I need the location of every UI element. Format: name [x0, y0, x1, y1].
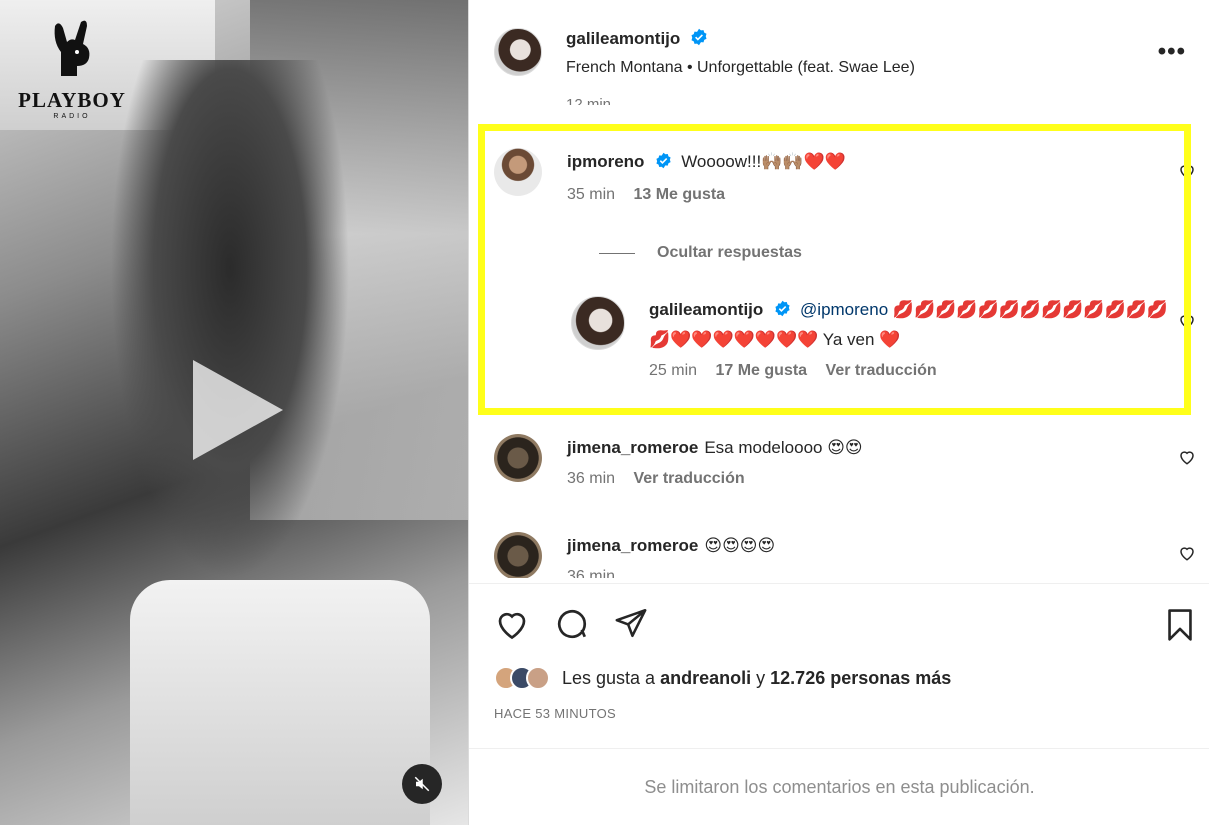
- speaker-muted-icon[interactable]: [402, 764, 442, 804]
- likes-conj: y: [756, 667, 766, 688]
- liker-username[interactable]: andreanoli: [660, 668, 751, 688]
- photo-region: [110, 60, 350, 580]
- like-heart-icon[interactable]: [494, 606, 530, 647]
- likes-summary[interactable]: Les gusta a andreanoli y 12.726 personas…: [494, 666, 951, 690]
- photo-region: [130, 580, 430, 825]
- audio-track-link[interactable]: French Montana • Unforgettable (feat. Sw…: [566, 59, 915, 77]
- highlight-box: [478, 124, 1191, 415]
- heart-icon[interactable]: [1178, 544, 1196, 567]
- avatar[interactable]: [494, 28, 542, 76]
- verified-badge-icon: [690, 28, 708, 51]
- logo-subtext: RADIO: [53, 113, 91, 120]
- avatar[interactable]: [494, 434, 542, 482]
- share-paper-plane-icon[interactable]: [614, 606, 648, 645]
- bookmark-icon[interactable]: [1164, 608, 1196, 647]
- playboy-logo: PLAYBOY RADIO: [12, 18, 132, 120]
- likes-prefix: Les gusta a: [562, 667, 656, 688]
- logo-text: PLAYBOY: [18, 88, 126, 112]
- avatar: [526, 666, 550, 690]
- comment-item: jimena_romeroe 😍😍😍😍 36 min: [494, 532, 1209, 578]
- comment-bubble-icon[interactable]: [554, 606, 590, 647]
- heart-icon[interactable]: [1178, 448, 1196, 471]
- comment-time: 36 min: [567, 470, 616, 487]
- translate-link[interactable]: Ver traducción: [633, 470, 744, 487]
- comment-username[interactable]: jimena_romeroe: [567, 536, 698, 555]
- comments-limited-notice: Se limitaron los comentarios en esta pub…: [469, 748, 1209, 825]
- play-icon[interactable]: [193, 360, 283, 460]
- comment-username[interactable]: jimena_romeroe: [567, 438, 698, 457]
- comment-time: 36 min: [567, 568, 616, 578]
- likes-count[interactable]: 12.726 personas más: [770, 668, 951, 688]
- bunny-logo-icon: [12, 18, 132, 88]
- avatar[interactable]: [494, 532, 542, 578]
- comment-time: 12 min: [566, 96, 612, 105]
- comment-text: Esa modeloooo 😍😍: [704, 438, 863, 457]
- post-timestamp[interactable]: HACE 53 MINUTOS: [494, 706, 616, 721]
- post-header: galileamontijo French Montana • Unforget…: [469, 0, 1209, 104]
- post-media[interactable]: PLAYBOY RADIO: [0, 0, 468, 825]
- action-bar: [469, 583, 1209, 663]
- author-username[interactable]: galileamontijo: [566, 29, 680, 48]
- comment-text: 😍😍😍😍: [704, 536, 776, 555]
- more-horizontal-icon[interactable]: •••: [1158, 40, 1186, 64]
